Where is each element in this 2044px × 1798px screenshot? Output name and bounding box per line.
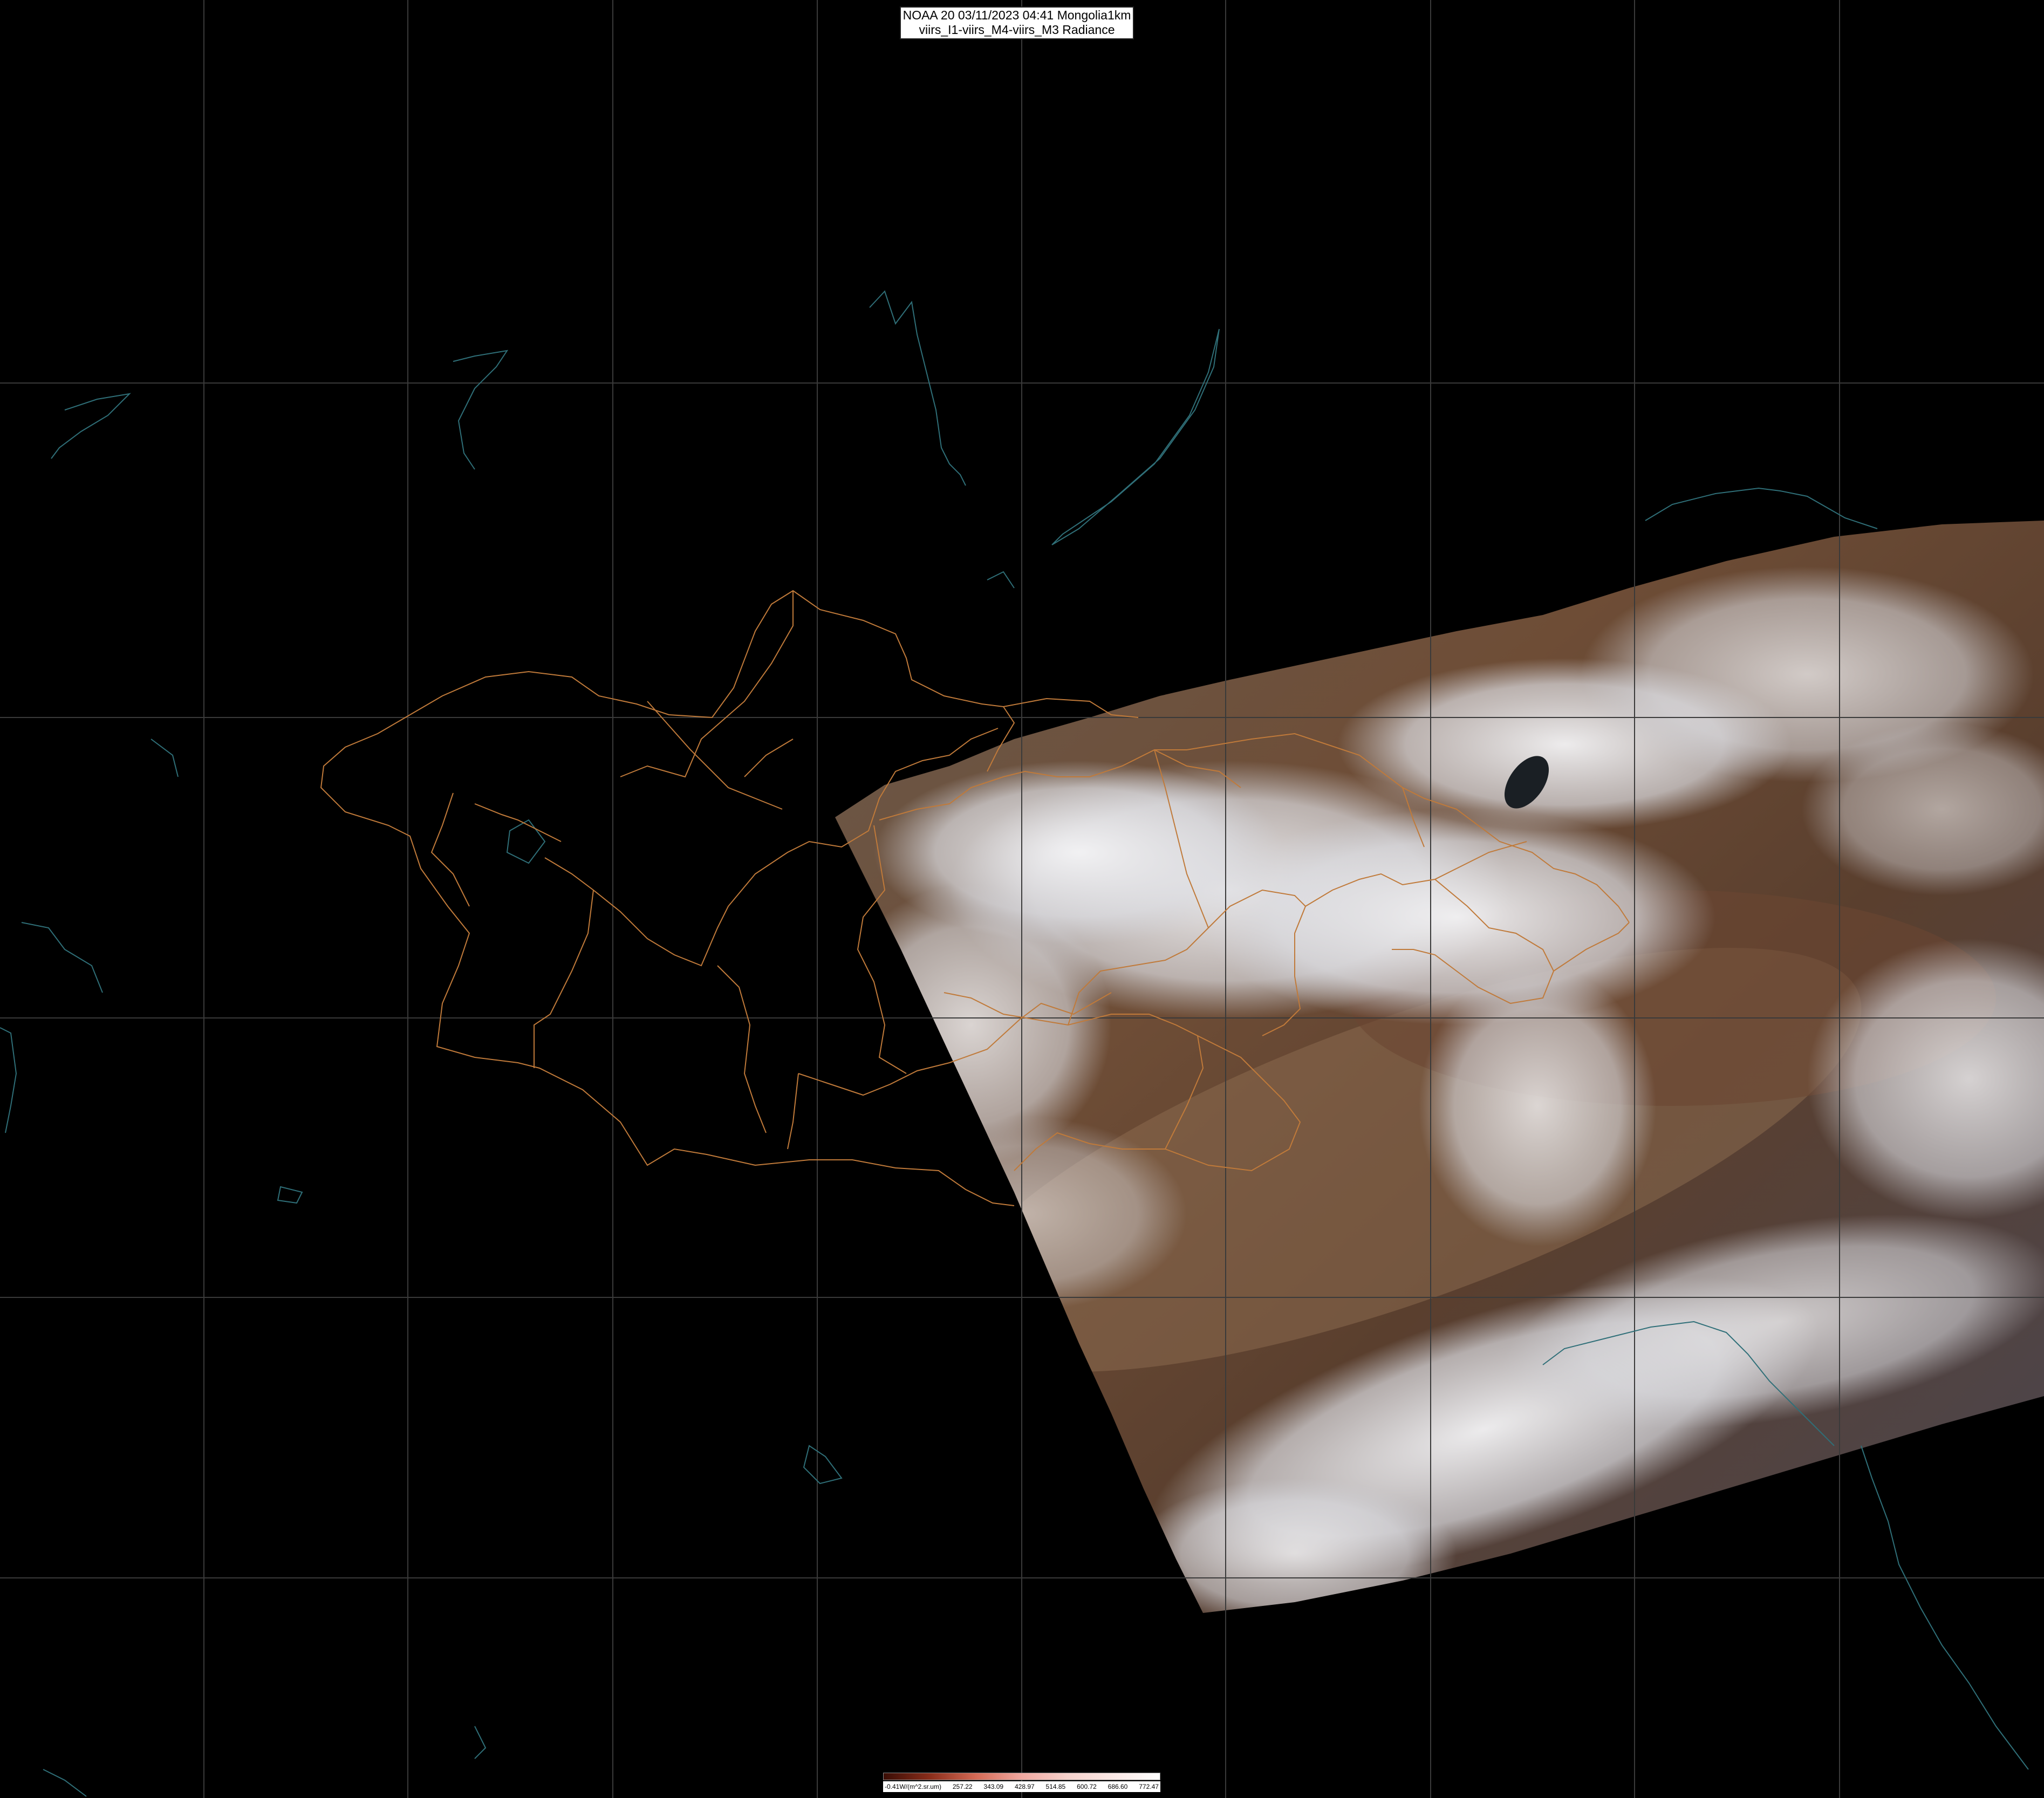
satellite-map (0, 0, 2044, 1798)
color-legend: -0.41W/(m^2.sr.um) 257.22 343.09 428.97 … (883, 1773, 1160, 1795)
legend-label: 343.09 (983, 1783, 1004, 1790)
legend-label: 686.60 (1108, 1783, 1128, 1790)
satellite-swath (835, 521, 2044, 1613)
title-line-1: NOAA 20 03/11/2023 04:41 Mongolia1km (903, 8, 1131, 22)
legend-label: 428.97 (1014, 1783, 1035, 1790)
map-title-box: NOAA 20 03/11/2023 04:41 Mongolia1km vii… (900, 6, 1134, 39)
legend-label: 772.47 (1139, 1783, 1159, 1790)
legend-labels: -0.41W/(m^2.sr.um) 257.22 343.09 428.97 … (883, 1781, 1160, 1792)
legend-label: 600.72 (1077, 1783, 1097, 1790)
legend-label: 514.85 (1045, 1783, 1066, 1790)
legend-label: 257.22 (952, 1783, 973, 1790)
title-line-2: viirs_I1-viirs_M4-viirs_M3 Radiance (919, 23, 1115, 37)
legend-label: -0.41W/(m^2.sr.um) (885, 1783, 941, 1790)
legend-color-bar (883, 1773, 1160, 1780)
